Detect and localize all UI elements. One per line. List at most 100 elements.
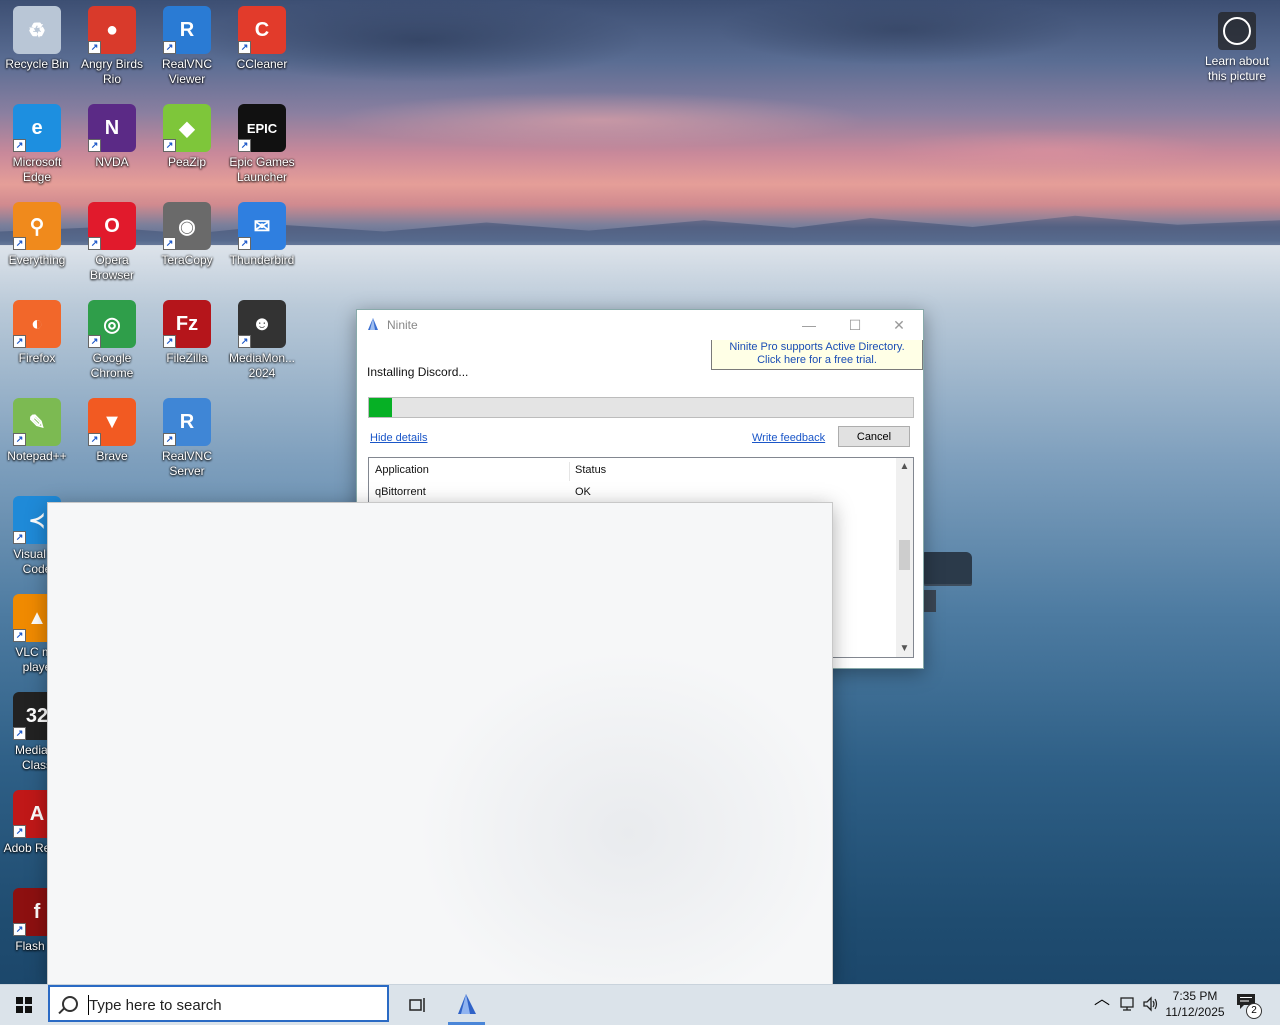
promo-line-2: Click here for a free trial. — [757, 354, 877, 366]
nvda-icon: N ↗ — [88, 104, 136, 152]
write-feedback-link[interactable]: Write feedback — [752, 432, 825, 444]
chevron-up-icon[interactable]: ︿ — [1094, 985, 1110, 1009]
desktop-icon-label: Brave — [96, 449, 128, 463]
shortcut-arrow-icon: ↗ — [238, 139, 251, 152]
camera-icon — [1218, 12, 1256, 50]
desktop-icon-ccleaner[interactable]: C ↗ CCleaner — [225, 6, 299, 72]
desktop-icon-label: Recycle Bin — [5, 57, 69, 71]
learn-about-picture[interactable]: Learn about this picture — [1198, 12, 1276, 84]
scroll-up-arrow-icon[interactable]: ▲ — [896, 458, 913, 475]
desktop-icon-label: Angry Birds Rio — [80, 57, 144, 86]
shortcut-arrow-icon: ↗ — [163, 41, 176, 54]
column-header-application[interactable]: Application — [375, 464, 429, 476]
task-view-button[interactable] — [400, 985, 436, 1025]
shortcut-arrow-icon: ↗ — [238, 41, 251, 54]
start-button[interactable] — [0, 985, 48, 1025]
desktop-icon-angry-birds[interactable]: ● ↗ Angry Birds Rio — [75, 6, 149, 87]
shortcut-arrow-icon: ↗ — [13, 629, 26, 642]
desktop-icon-label: MediaMon... 2024 — [228, 351, 296, 380]
minimize-button[interactable]: — — [787, 314, 831, 338]
window-title: Ninite — [387, 318, 418, 332]
desktop-icon-opera[interactable]: O ↗ Opera Browser — [75, 202, 149, 283]
scroll-down-arrow-icon[interactable]: ▼ — [896, 640, 913, 657]
desktop-icon-label: Everything — [8, 253, 66, 267]
ccleaner-icon: C ↗ — [238, 6, 286, 54]
ninite-taskbar-icon — [457, 994, 476, 1014]
opera-icon: O ↗ — [88, 202, 136, 250]
hide-details-link[interactable]: Hide details — [370, 432, 427, 444]
desktop-icon-label: Opera Browser — [89, 253, 134, 282]
volume-icon[interactable] — [1142, 996, 1160, 1012]
desktop-icon-realvnc-server[interactable]: R ↗ RealVNC Server — [150, 398, 224, 479]
wallpaper-rock-small — [922, 590, 936, 612]
clock-time: 7:35 PM — [1172, 989, 1218, 1003]
column-header-status[interactable]: Status — [575, 464, 606, 476]
maximize-button[interactable]: ☐ — [833, 314, 877, 338]
cancel-button[interactable]: Cancel — [838, 426, 910, 447]
desktop-icon-peazip[interactable]: ◆ ↗ PeaZip — [150, 104, 224, 170]
desktop-icon-epic-games[interactable]: EPIC ↗ Epic Games Launcher — [225, 104, 299, 185]
blank-window[interactable] — [48, 503, 832, 984]
scroll-thumb[interactable] — [899, 540, 910, 570]
epic-games-icon: EPIC ↗ — [238, 104, 286, 152]
taskbar-ninite-button[interactable] — [446, 985, 487, 1025]
desktop-icon-chrome[interactable]: ◎ ↗ Google Chrome — [75, 300, 149, 381]
desktop-icon-label: Thunderbird — [229, 253, 295, 267]
peazip-icon: ◆ ↗ — [163, 104, 211, 152]
desktop-icon-everything-search[interactable]: ⚲ ↗ Everything — [0, 202, 74, 268]
realvnc-viewer-icon: R ↗ — [163, 6, 211, 54]
wallpaper-rock — [922, 552, 972, 584]
desktop-icon-label: RealVNC Viewer — [161, 57, 212, 86]
shortcut-arrow-icon: ↗ — [13, 139, 26, 152]
ninite-titlebar[interactable]: Ninite — ☐ ✕ — [357, 310, 923, 340]
desktop-icon-thunderbird[interactable]: ✉ ↗ Thunderbird — [225, 202, 299, 268]
search-icon — [62, 996, 78, 1012]
network-icon[interactable] — [1118, 996, 1136, 1012]
desktop-icon-label: NVDA — [95, 155, 129, 169]
list-scrollbar[interactable]: ▲ ▼ — [896, 458, 913, 657]
shortcut-arrow-icon: ↗ — [163, 139, 176, 152]
clock[interactable]: 7:35 PM 11/12/2025 — [1162, 988, 1228, 1020]
recycle-bin-icon: ♻ — [13, 6, 61, 54]
everything-search-icon: ⚲ ↗ — [13, 202, 61, 250]
realvnc-server-icon: R ↗ — [163, 398, 211, 446]
action-center-button[interactable]: 2 — [1236, 993, 1262, 1019]
desktop-icon-realvnc-viewer[interactable]: R ↗ RealVNC Viewer — [150, 6, 224, 87]
clock-date: 11/12/2025 — [1165, 1005, 1225, 1019]
desktop-icon-firefox[interactable]: ◐ ↗ Firefox — [0, 300, 74, 366]
shortcut-arrow-icon: ↗ — [13, 335, 26, 348]
desktop-icon-label: Epic Games Launcher — [229, 155, 295, 184]
taskbar: Type here to search ︿ 7:35 PM 11/12/2025 — [0, 984, 1280, 1025]
teracopy-icon: ◉ ↗ — [163, 202, 211, 250]
row-status: OK — [575, 486, 591, 498]
promo-line-1: Ninite Pro supports Active Directory. — [729, 341, 905, 353]
search-placeholder: Type here to search — [89, 997, 222, 1014]
desktop-icon-label: Microsoft Edge — [12, 155, 62, 184]
desktop-icon-teracopy[interactable]: ◉ ↗ TeraCopy — [150, 202, 224, 268]
desktop-icon-brave[interactable]: ▼ ↗ Brave — [75, 398, 149, 464]
thunderbird-icon: ✉ ↗ — [238, 202, 286, 250]
windows-logo-icon — [16, 997, 32, 1013]
task-view-icon — [409, 998, 425, 1012]
shortcut-arrow-icon: ↗ — [13, 237, 26, 250]
desktop-icon-notepadpp[interactable]: ✎ ↗ Notepad++ — [0, 398, 74, 464]
progress-bar — [368, 397, 914, 418]
desktop-icon-mediamonkey[interactable]: ☻ ↗ MediaMon... 2024 — [225, 300, 299, 381]
shortcut-arrow-icon: ↗ — [13, 433, 26, 446]
desktop-icon-edge[interactable]: e ↗ Microsoft Edge — [0, 104, 74, 185]
desktop-icon-nvda[interactable]: N ↗ NVDA — [75, 104, 149, 170]
close-button[interactable]: ✕ — [877, 314, 921, 338]
notification-badge: 2 — [1246, 1003, 1262, 1019]
shortcut-arrow-icon: ↗ — [238, 237, 251, 250]
shortcut-arrow-icon: ↗ — [238, 335, 251, 348]
desktop-icon-label: TeraCopy — [161, 253, 213, 267]
search-input[interactable]: Type here to search — [48, 985, 389, 1022]
ninite-logo-icon — [368, 318, 378, 330]
shortcut-arrow-icon: ↗ — [88, 433, 101, 446]
shortcut-arrow-icon: ↗ — [163, 433, 176, 446]
mediamonkey-icon: ☻ ↗ — [238, 300, 286, 348]
promo-banner[interactable]: Ninite Pro supports Active Directory. Cl… — [711, 340, 923, 370]
desktop-icon-recycle-bin[interactable]: ♻ Recycle Bin — [0, 6, 74, 72]
shortcut-arrow-icon: ↗ — [13, 923, 26, 936]
desktop-icon-filezilla[interactable]: Fz ↗ FileZilla — [150, 300, 224, 366]
